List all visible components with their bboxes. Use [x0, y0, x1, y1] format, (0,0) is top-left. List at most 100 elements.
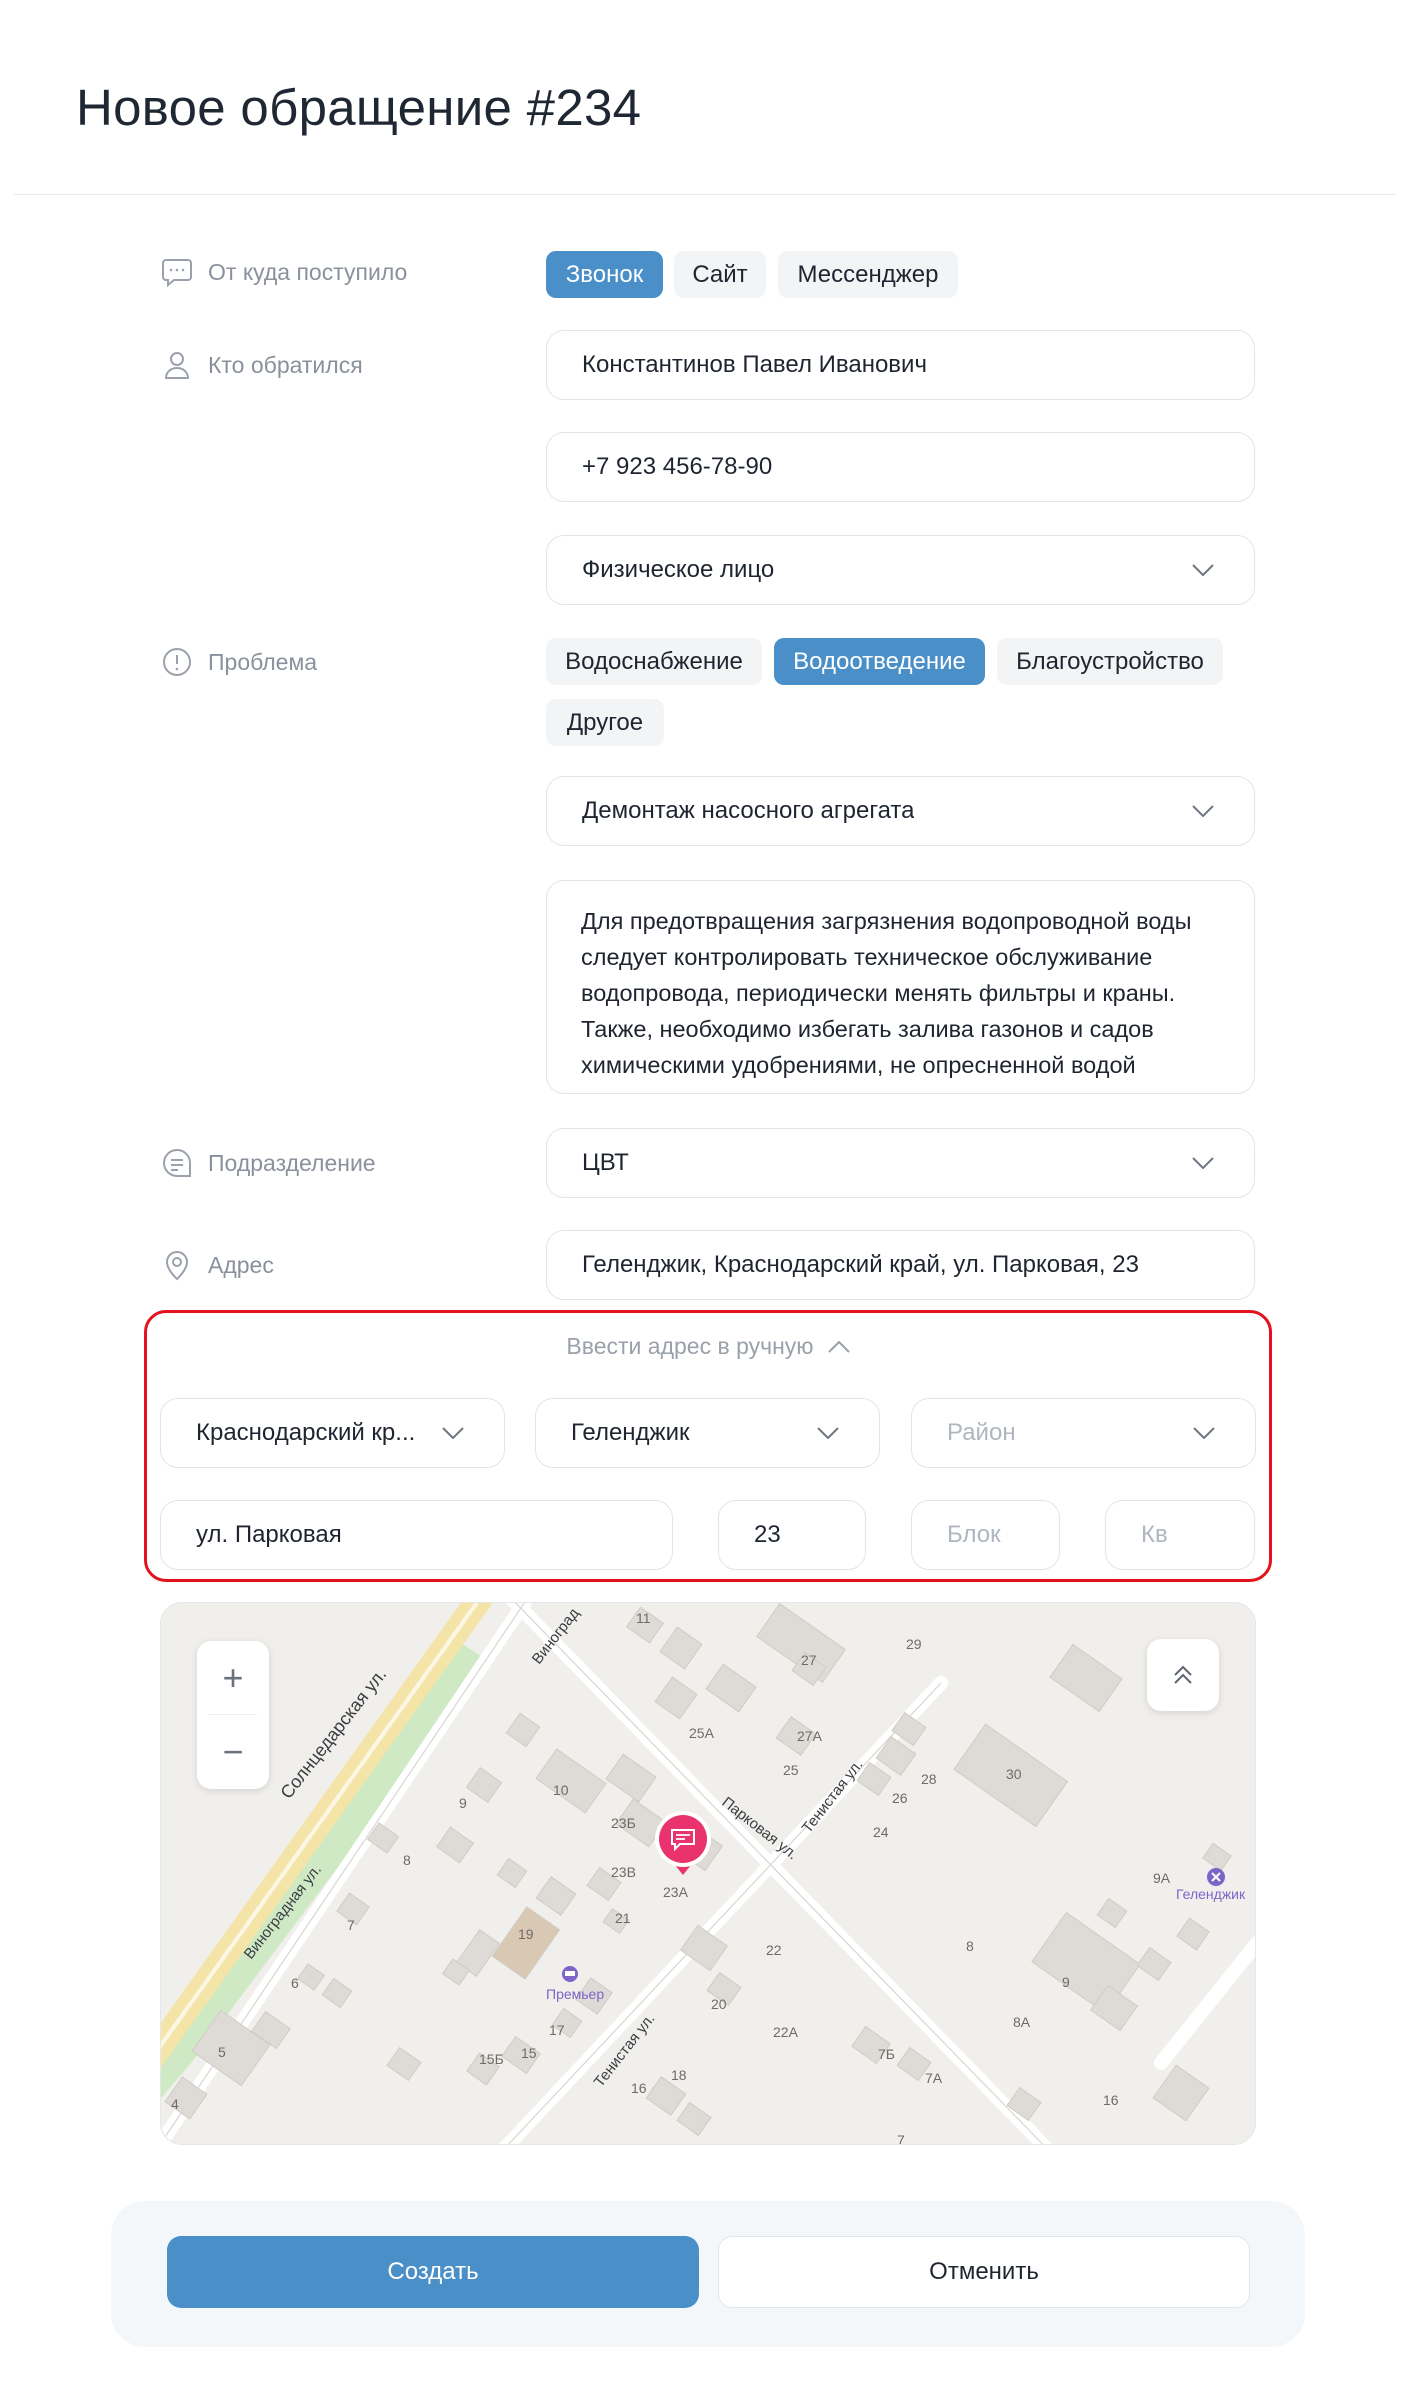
house-field[interactable]: 23 — [718, 1500, 866, 1570]
house-number: 6 — [291, 1975, 299, 1991]
house-number: 8 — [966, 1938, 974, 1954]
chevron-down-icon — [817, 1427, 839, 1439]
chevron-down-icon — [442, 1427, 464, 1439]
house-number: 4 — [171, 2096, 179, 2112]
problem-type-select[interactable]: Демонтаж насосного агрегата — [546, 776, 1255, 846]
chip-problem-sewage[interactable]: Водоотведение — [774, 638, 985, 685]
city-value: Геленджик — [571, 1419, 690, 1446]
label-problem-text: Проблема — [208, 648, 318, 675]
house-number: 15Б — [479, 2051, 504, 2067]
alert-icon — [163, 648, 191, 676]
region-select[interactable]: Краснодарский кр... — [160, 1398, 505, 1468]
house-value: 23 — [754, 1521, 781, 1548]
label-problem: Проблема — [160, 645, 317, 679]
street-field[interactable]: ул. Парковая — [160, 1500, 673, 1570]
house-number: 7 — [347, 1917, 355, 1933]
house-number: 15 — [521, 2045, 537, 2061]
map[interactable]: Солнцедарская ул. Виноградная ул. Виногр… — [160, 1602, 1256, 2145]
address-value: Геленджик, Краснодарский край, ул. Парко… — [582, 1251, 1139, 1278]
name-field[interactable]: Константинов Павел Иванович — [546, 330, 1255, 400]
house-number: 16 — [1103, 2092, 1119, 2108]
chip-problem-landscaping[interactable]: Благоустройство — [997, 638, 1223, 685]
chevron-down-icon — [1192, 805, 1214, 817]
house-number: 8 — [403, 1852, 411, 1868]
cancel-button[interactable]: Отменить — [718, 2236, 1250, 2308]
department-icon — [163, 1148, 191, 1177]
chip-source-call[interactable]: Звонок — [546, 251, 663, 298]
house-number: 10 — [553, 1782, 569, 1798]
manual-address-toggle-label: Ввести адрес в ручную — [566, 1333, 814, 1359]
house-number: 9А — [1153, 1870, 1171, 1886]
house-number: 23Б — [611, 1815, 636, 1831]
chip-problem-other[interactable]: Другое — [546, 699, 664, 746]
description-line: химическими удобрениями, не опресненной … — [581, 1052, 1136, 1078]
house-number: 20 — [711, 1996, 727, 2012]
house-number: 22 — [766, 1942, 782, 1958]
double-chevron-up-icon — [1174, 1665, 1192, 1684]
chip-problem-water[interactable]: Водоснабжение — [546, 638, 762, 685]
house-number: 29 — [906, 1636, 922, 1652]
chevron-down-icon — [1192, 1157, 1214, 1169]
house-number: 16 — [631, 2080, 647, 2096]
house-number: 25 — [783, 1762, 799, 1778]
house-number: 7Б — [878, 2046, 895, 2062]
house-number: 9 — [459, 1795, 467, 1811]
description-line: водопровода, периодически менять фильтры… — [581, 980, 1176, 1006]
location-pin-icon — [165, 1251, 189, 1281]
address-field[interactable]: Геленджик, Краснодарский край, ул. Парко… — [546, 1230, 1255, 1300]
house-number: 27А — [797, 1728, 823, 1744]
chevron-down-icon — [1192, 564, 1214, 576]
zoom-out-button[interactable]: − — [197, 1715, 269, 1789]
house-number: 17 — [549, 2022, 565, 2038]
house-number: 26 — [892, 1790, 908, 1806]
zoom-in-button[interactable]: + — [197, 1641, 269, 1715]
manual-address-toggle[interactable]: Ввести адрес в ручную — [147, 1333, 1269, 1360]
chevron-down-icon — [1193, 1427, 1215, 1439]
district-select[interactable]: Район — [911, 1398, 1256, 1468]
region-value: Краснодарский кр... — [196, 1419, 416, 1446]
department-select[interactable]: ЦВТ — [546, 1128, 1255, 1198]
house-number: 7 — [897, 2132, 905, 2145]
chip-source-messenger[interactable]: Мессенджер — [778, 251, 958, 298]
street-value: ул. Парковая — [196, 1521, 342, 1548]
house-number: 28 — [921, 1771, 937, 1787]
user-icon — [164, 352, 190, 379]
house-number: 9 — [1062, 1974, 1070, 1990]
label-source: От куда поступило — [160, 255, 407, 289]
map-collapse-button[interactable] — [1147, 1639, 1219, 1711]
message-icon — [162, 259, 192, 288]
house-number: 22А — [773, 2024, 799, 2040]
city-select[interactable]: Геленджик — [535, 1398, 880, 1468]
house-number: 19 — [518, 1926, 534, 1942]
house-number: 30 — [1006, 1766, 1022, 1782]
person-type-value: Физическое лицо — [582, 556, 775, 583]
house-number: 18 — [671, 2067, 687, 2083]
flat-placeholder: Кв — [1141, 1521, 1168, 1548]
description-textarea[interactable]: Для предотвращения загрязнения водопрово… — [546, 880, 1255, 1094]
create-button[interactable]: Создать — [167, 2236, 699, 2308]
chip-source-site[interactable]: Сайт — [674, 251, 766, 298]
flat-field[interactable]: Кв — [1105, 1500, 1255, 1570]
house-number: 7А — [925, 2070, 943, 2086]
title-divider — [14, 194, 1396, 195]
page-title: Новое обращение #234 — [76, 79, 642, 136]
map-canvas: Солнцедарская ул. Виноградная ул. Виногр… — [161, 1603, 1255, 2145]
block-placeholder: Блок — [947, 1521, 1001, 1548]
chevron-up-icon — [827, 1340, 850, 1353]
department-value: ЦВТ — [582, 1149, 629, 1176]
label-who: Кто обратился — [160, 348, 363, 382]
district-placeholder: Район — [947, 1419, 1016, 1446]
description-line: Также, необходимо избегать залива газоно… — [581, 1016, 1154, 1042]
block-field[interactable]: Блок — [911, 1500, 1060, 1570]
problem-type-value: Демонтаж насосного агрегата — [582, 797, 915, 824]
name-value: Константинов Павел Иванович — [582, 351, 927, 378]
description-line: Для предотвращения загрязнения водопрово… — [581, 908, 1192, 934]
house-number: 24 — [873, 1824, 889, 1840]
house-number: 21 — [615, 1910, 631, 1926]
footer-actions: Создать Отменить — [111, 2201, 1305, 2347]
house-number: 23В — [611, 1864, 636, 1880]
phone-field[interactable]: +7 923 456-78-90 — [546, 432, 1255, 502]
person-type-select[interactable]: Физическое лицо — [546, 535, 1255, 605]
poi-label: Премьер — [546, 1986, 604, 2002]
zoom-control: + − — [197, 1641, 269, 1789]
